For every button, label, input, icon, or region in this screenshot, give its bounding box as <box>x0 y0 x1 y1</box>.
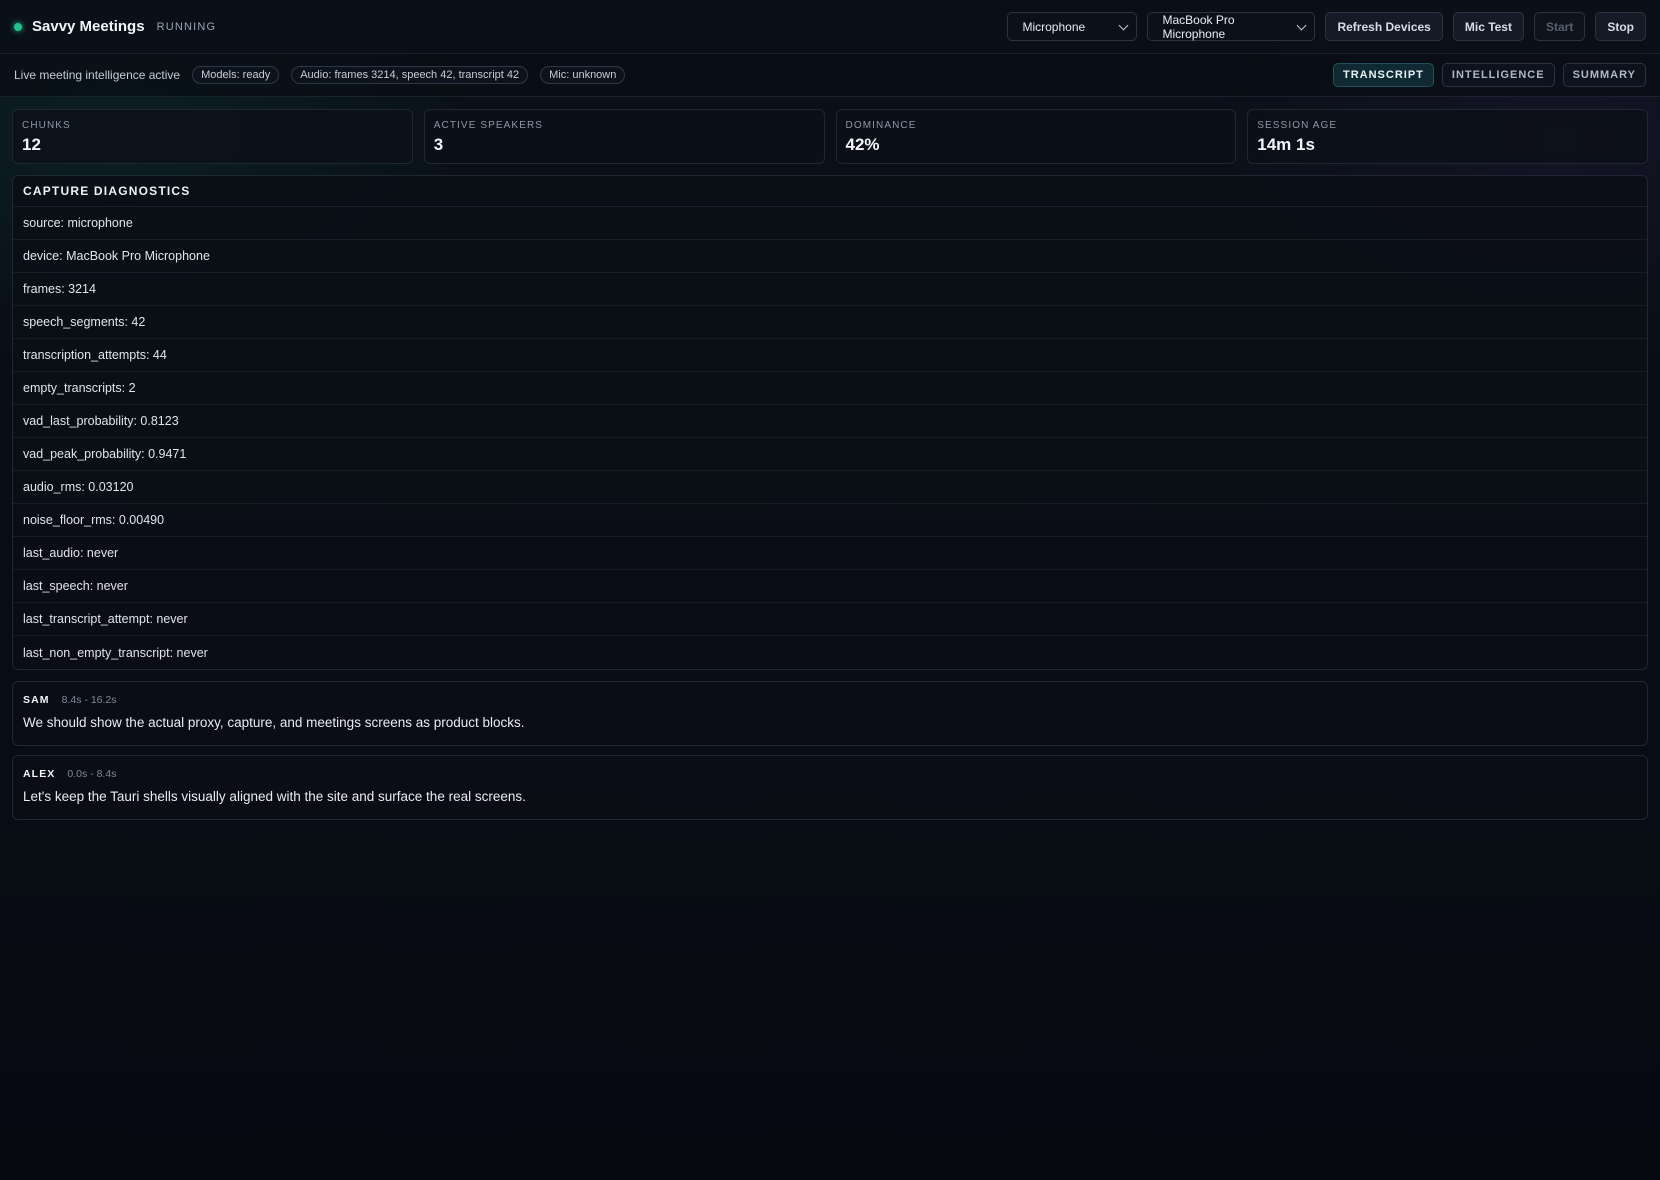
mic-status-badge: Mic: unknown <box>540 66 626 84</box>
session-state: RUNNING <box>156 20 217 33</box>
source-select[interactable]: Microphone <box>1007 12 1138 41</box>
diagnostics-title: CAPTURE DIAGNOSTICS <box>13 176 1647 207</box>
stop-button[interactable]: Stop <box>1595 12 1646 41</box>
toolbar: Microphone MacBook Pro Microphone Refres… <box>1007 12 1646 41</box>
diagnostics-row: vad_peak_probability: 0.9471 <box>13 438 1647 471</box>
tab-intelligence[interactable]: INTELLIGENCE <box>1441 63 1555 87</box>
start-button[interactable]: Start <box>1533 12 1586 41</box>
diagnostics-row: last_non_empty_transcript: never <box>23 645 208 660</box>
diagnostics-row: noise_floor_rms: 0.00490 <box>13 504 1647 537</box>
speaker-name: SAM <box>23 694 50 706</box>
stats-row: CHUNKS 12 ACTIVE SPEAKERS 3 DOMINANCE 42… <box>12 109 1648 164</box>
diagnostics-row: source: microphone <box>13 207 1647 240</box>
time-range: 0.0s - 8.4s <box>67 768 117 780</box>
diagnostics-row: vad_last_probability: 0.8123 <box>13 405 1647 438</box>
diagnostics-row: audio_rms: 0.03120 <box>13 471 1647 504</box>
stat-value: 12 <box>22 135 41 154</box>
tab-transcript[interactable]: TRANSCRIPT <box>1333 63 1434 87</box>
device-select[interactable]: MacBook Pro Microphone <box>1147 12 1316 41</box>
chevron-down-icon <box>1297 20 1307 31</box>
diagnostics-row: frames: 3214 <box>13 273 1647 306</box>
diagnostics-row: speech_segments: 42 <box>13 306 1647 339</box>
stat-label: SESSION AGE <box>1257 120 1338 131</box>
main-content: CHUNKS 12 ACTIVE SPEAKERS 3 DOMINANCE 42… <box>0 97 1660 820</box>
app-title: Savvy Meetings <box>32 18 145 35</box>
device-select-value: MacBook Pro Microphone <box>1162 12 1235 41</box>
status-dot-icon <box>14 22 22 31</box>
diagnostics-row: last_transcript_attempt: never <box>13 603 1647 636</box>
diagnostics-row: last_speech: never <box>13 570 1647 603</box>
diagnostics-row: device: MacBook Pro Microphone <box>13 240 1647 273</box>
brand: Savvy Meetings RUNNING <box>14 18 216 35</box>
view-tabs: TRANSCRIPT INTELLIGENCE SUMMARY <box>1333 63 1646 87</box>
stat-value: 42% <box>845 135 880 154</box>
status-bar: Live meeting intelligence active Models:… <box>0 54 1660 97</box>
status-info: Live meeting intelligence active Models:… <box>14 66 626 84</box>
mic-test-button[interactable]: Mic Test <box>1452 12 1524 41</box>
capture-diagnostics-panel: CAPTURE DIAGNOSTICS source: microphone d… <box>12 175 1648 670</box>
diagnostics-row: transcription_attempts: 44 <box>13 339 1647 372</box>
stat-label: CHUNKS <box>22 120 71 131</box>
stat-dominance: DOMINANCE 42% <box>835 109 1237 164</box>
transcript-text: We should show the actual proxy, capture… <box>23 715 525 730</box>
transcript-entry: ALEX 0.0s - 8.4s Let's keep the Tauri sh… <box>12 755 1648 820</box>
transcript-entry-header: ALEX 0.0s - 8.4s <box>23 768 1637 780</box>
models-status-badge: Models: ready <box>192 66 280 84</box>
stat-active-speakers: ACTIVE SPEAKERS 3 <box>423 109 825 164</box>
transcript-entry: SAM 8.4s - 16.2s We should show the actu… <box>12 681 1648 746</box>
stat-value: 3 <box>433 135 444 154</box>
time-range: 8.4s - 16.2s <box>61 694 117 706</box>
chevron-down-icon <box>1119 20 1129 31</box>
tab-summary[interactable]: SUMMARY <box>1562 63 1646 87</box>
stat-label: ACTIVE SPEAKERS <box>433 120 544 131</box>
diagnostics-row: empty_transcripts: 2 <box>13 372 1647 405</box>
transcript-entry-header: SAM 8.4s - 16.2s <box>23 694 1637 706</box>
source-select-value: Microphone <box>1022 19 1086 34</box>
diagnostics-row: last_audio: never <box>13 537 1647 570</box>
stat-value: 14m 1s <box>1257 135 1315 154</box>
speaker-name: ALEX <box>23 768 56 780</box>
live-status-text: Live meeting intelligence active <box>14 68 181 82</box>
stat-label: DOMINANCE <box>845 120 917 131</box>
refresh-devices-button[interactable]: Refresh Devices <box>1325 12 1443 41</box>
audio-status-badge: Audio: frames 3214, speech 42, transcrip… <box>291 66 529 84</box>
stat-session-age: SESSION AGE 14m 1s <box>1247 109 1648 164</box>
top-bar: Savvy Meetings RUNNING Microphone MacBoo… <box>0 0 1660 54</box>
stat-chunks: CHUNKS 12 <box>12 109 413 164</box>
transcript-text: Let's keep the Tauri shells visually ali… <box>23 789 526 804</box>
